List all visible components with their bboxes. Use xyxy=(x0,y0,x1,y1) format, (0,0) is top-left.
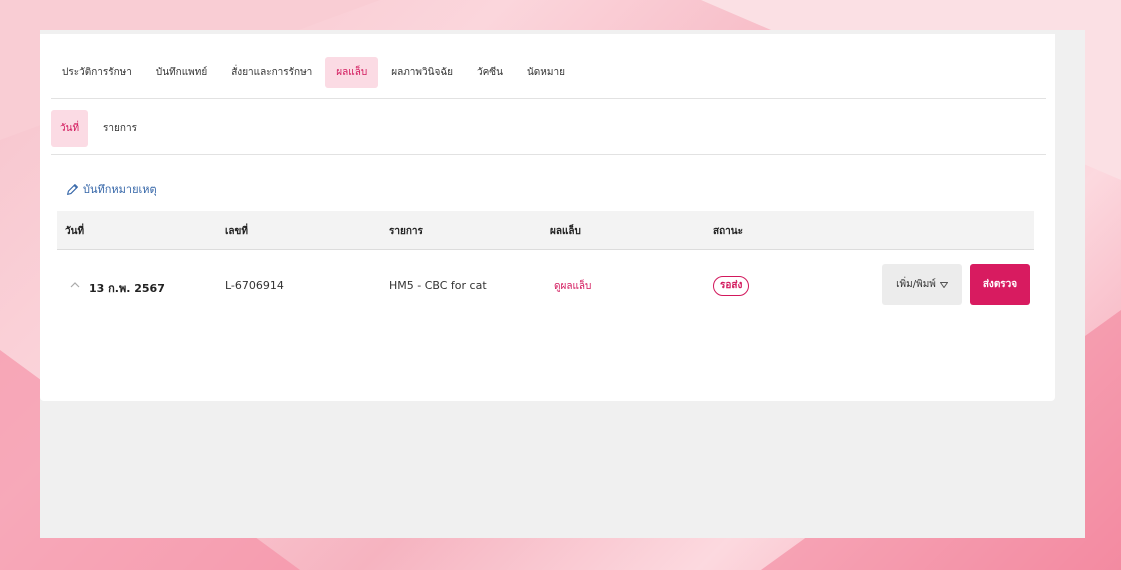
tab-treatment-history[interactable]: ประวัติการรักษา xyxy=(51,57,143,88)
row-item: HM5 - CBC for cat xyxy=(389,279,487,292)
column-header-item: รายการ xyxy=(389,226,423,237)
chevron-up-icon[interactable] xyxy=(69,280,81,290)
view-lab-result-link[interactable]: ดูผลแล็บ xyxy=(554,279,591,294)
tab-lab-results[interactable]: ผลแล็บ xyxy=(325,56,379,88)
lab-results-card: ประวัติการรักษา บันทึกแพทย์ สั่งยาและการ… xyxy=(40,34,1055,401)
table-header: วันที่ เลขที่ รายการ ผลแล็บ สถานะ xyxy=(57,211,1034,250)
page-container: ประวัติการรักษา บันทึกแพทย์ สั่งยาและการ… xyxy=(40,30,1085,538)
tab-doctor-notes[interactable]: บันทึกแพทย์ xyxy=(145,57,218,88)
row-number: L-6706914 xyxy=(225,279,284,292)
main-tabs: ประวัติการรักษา บันทึกแพทย์ สั่งยาและการ… xyxy=(51,46,1046,99)
pencil-icon xyxy=(67,183,78,195)
table-row: 13 ก.พ. 2567 L-6706914 HM5 - CBC for cat… xyxy=(57,250,1034,320)
add-print-label: เพิ่ม/พิมพ์ xyxy=(896,279,936,290)
subtab-by-item[interactable]: รายการ xyxy=(94,113,146,144)
triangle-down-icon xyxy=(939,281,948,288)
column-header-date: วันที่ xyxy=(65,226,85,237)
sub-tabs: วันที่ รายการ xyxy=(51,102,1046,155)
status-badge: รอส่ง xyxy=(713,276,750,296)
add-print-button[interactable]: เพิ่ม/พิมพ์ xyxy=(882,264,962,305)
tab-prescriptions[interactable]: สั่งยาและการรักษา xyxy=(220,57,323,88)
add-note-label: บันทึกหมายเหตุ xyxy=(83,183,157,196)
add-note-link[interactable]: บันทึกหมายเหตุ xyxy=(66,180,157,198)
tab-vaccines[interactable]: วัคซีน xyxy=(466,57,514,88)
column-header-number: เลขที่ xyxy=(225,226,248,237)
tab-appointments[interactable]: นัดหมาย xyxy=(516,57,576,88)
column-header-status: สถานะ xyxy=(713,226,743,237)
column-header-lab-result: ผลแล็บ xyxy=(550,226,581,237)
send-for-testing-button[interactable]: ส่งตรวจ xyxy=(970,264,1030,305)
row-date: 13 ก.พ. 2567 xyxy=(89,282,165,295)
subtab-by-date[interactable]: วันที่ xyxy=(51,109,89,147)
tab-diagnostic-imaging[interactable]: ผลภาพวินิจฉัย xyxy=(380,57,464,88)
